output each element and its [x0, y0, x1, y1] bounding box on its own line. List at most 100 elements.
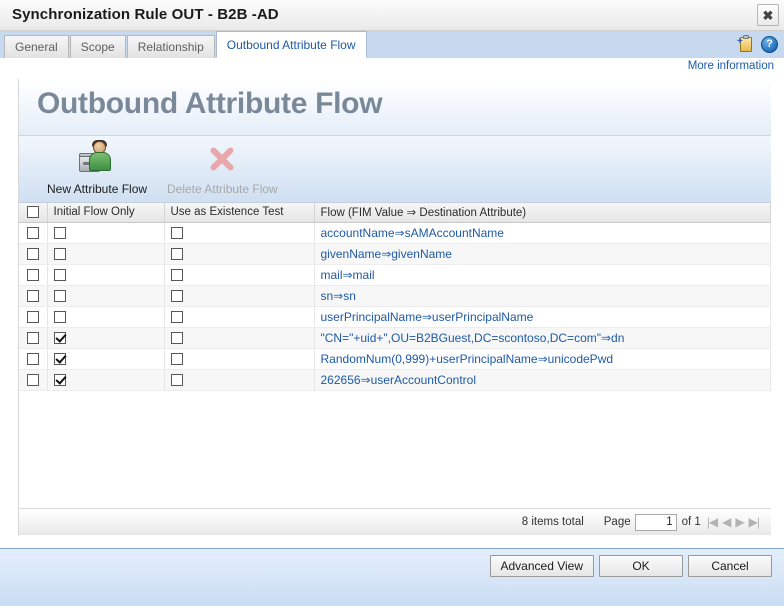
row-select-checkbox-cell[interactable]: [19, 327, 48, 349]
row-select-checkbox[interactable]: [26, 290, 39, 303]
use-as-existence-test-checkbox[interactable]: [170, 353, 183, 366]
attribute-flow-table: Initial Flow Only Use as Existence Test …: [19, 203, 771, 391]
initial-flow-only-checkbox[interactable]: [53, 374, 66, 387]
row-select-checkbox-cell[interactable]: [19, 285, 48, 307]
flow-expression-cell[interactable]: mail⇒mail: [314, 264, 771, 286]
row-select-checkbox[interactable]: [26, 248, 39, 261]
table-row[interactable]: "CN="+uid+",OU=B2BGuest,DC=scontoso,DC=c…: [19, 327, 771, 349]
table-row[interactable]: userPrincipalName⇒userPrincipalName: [19, 306, 771, 328]
row-select-checkbox-cell[interactable]: [19, 264, 48, 286]
initial-flow-only-checkbox[interactable]: [53, 227, 66, 240]
flow-expression-cell[interactable]: 262656⇒userAccountControl: [314, 369, 771, 391]
flow-expression-cell[interactable]: RandomNum(0,999)+userPrincipalName⇒unico…: [314, 348, 771, 370]
last-page-icon[interactable]: ▶|: [749, 516, 760, 528]
table-row[interactable]: mail⇒mail: [19, 264, 771, 286]
use-as-existence-test-checkbox[interactable]: [170, 248, 183, 261]
initial-flow-only-checkbox[interactable]: [53, 332, 66, 345]
use-as-existence-test-checkbox[interactable]: [170, 311, 183, 324]
row-select-checkbox[interactable]: [26, 353, 39, 366]
new-attribute-flow-label: New Attribute Flow: [47, 182, 148, 196]
initial-flow-only-checkbox-cell[interactable]: [47, 369, 165, 391]
use-as-existence-test-checkbox[interactable]: [170, 332, 183, 345]
add-clipboard-icon[interactable]: +: [737, 35, 754, 53]
use-as-existence-test-checkbox-cell[interactable]: [164, 285, 315, 307]
row-select-checkbox-cell[interactable]: [19, 369, 48, 391]
title-bar: Synchronization Rule OUT - B2B -AD ✖: [0, 0, 784, 31]
use-as-existence-test-checkbox[interactable]: [170, 269, 183, 282]
use-as-existence-test-checkbox-cell[interactable]: [164, 306, 315, 328]
previous-page-icon[interactable]: ◀: [722, 516, 731, 528]
flow-expression-text: 262656⇒userAccountControl: [320, 372, 476, 387]
use-as-existence-test-checkbox[interactable]: [170, 290, 183, 303]
new-attribute-flow-button[interactable]: New Attribute Flow: [47, 140, 147, 196]
initial-flow-only-checkbox[interactable]: [53, 269, 66, 282]
row-select-checkbox-cell[interactable]: [19, 243, 48, 265]
initial-flow-only-checkbox-cell[interactable]: [47, 327, 165, 349]
initial-flow-only-checkbox[interactable]: [53, 248, 66, 261]
page-banner: Outbound Attribute Flow: [19, 79, 771, 136]
row-select-checkbox[interactable]: [26, 332, 39, 345]
initial-flow-only-checkbox[interactable]: [53, 353, 66, 366]
use-as-existence-test-checkbox[interactable]: [170, 374, 183, 387]
use-as-existence-test-checkbox-cell[interactable]: [164, 327, 315, 349]
flow-expression-cell[interactable]: "CN="+uid+",OU=B2BGuest,DC=scontoso,DC=c…: [314, 327, 771, 349]
page-of-label: of 1: [681, 516, 701, 528]
more-information-link[interactable]: More information: [688, 60, 774, 72]
table-row[interactable]: RandomNum(0,999)+userPrincipalName⇒unico…: [19, 348, 771, 370]
table-header-row: Initial Flow Only Use as Existence Test …: [19, 203, 771, 223]
cancel-button[interactable]: Cancel: [688, 555, 772, 577]
table-row[interactable]: accountName⇒sAMAccountName: [19, 222, 771, 244]
initial-flow-only-checkbox[interactable]: [53, 290, 66, 303]
row-select-checkbox-cell[interactable]: [19, 348, 48, 370]
flow-expression-text: "CN="+uid+",OU=B2BGuest,DC=scontoso,DC=c…: [320, 330, 625, 345]
row-select-checkbox[interactable]: [26, 269, 39, 282]
items-total-label: 8 items total: [521, 516, 584, 528]
flow-expression-cell[interactable]: userPrincipalName⇒userPrincipalName: [314, 306, 771, 328]
flow-expression-cell[interactable]: accountName⇒sAMAccountName: [314, 222, 771, 244]
select-all-checkbox[interactable]: [26, 206, 39, 219]
row-select-checkbox[interactable]: [26, 227, 39, 240]
initial-flow-only-checkbox-cell[interactable]: [47, 243, 165, 265]
synchronization-rule-dialog: Synchronization Rule OUT - B2B -AD ✖ Gen…: [0, 0, 784, 606]
tab-outbound-attribute-flow[interactable]: Outbound Attribute Flow: [215, 31, 367, 58]
use-as-existence-test-checkbox-cell[interactable]: [164, 264, 315, 286]
initial-flow-only-checkbox-cell[interactable]: [47, 222, 165, 244]
table-row[interactable]: sn⇒sn: [19, 285, 771, 307]
close-icon[interactable]: ✖: [757, 4, 779, 26]
use-as-existence-test-checkbox-cell[interactable]: [164, 348, 315, 370]
flow-expression-cell[interactable]: sn⇒sn: [314, 285, 771, 307]
tab-scope[interactable]: Scope: [69, 35, 126, 58]
use-as-existence-test-checkbox-cell[interactable]: [164, 243, 315, 265]
use-as-existence-test-checkbox[interactable]: [170, 227, 183, 240]
ok-button[interactable]: OK: [599, 555, 683, 577]
table-row[interactable]: 262656⇒userAccountControl: [19, 369, 771, 391]
first-page-icon[interactable]: |◀: [707, 516, 718, 528]
page-number-input[interactable]: [634, 513, 677, 531]
row-select-checkbox-cell[interactable]: [19, 222, 48, 244]
initial-flow-only-checkbox-cell[interactable]: [47, 306, 165, 328]
advanced-view-button[interactable]: Advanced View: [489, 555, 594, 577]
page-label: Page: [603, 516, 631, 528]
tab-general[interactable]: General: [4, 35, 69, 58]
row-select-checkbox-cell[interactable]: [19, 306, 48, 328]
column-header-flow[interactable]: Flow (FIM Value ⇒ Destination Attribute): [314, 203, 771, 223]
column-header-initial-flow-only[interactable]: Initial Flow Only: [47, 203, 165, 223]
person-body: [89, 152, 112, 171]
tab-list: General Scope Relationship Outbound Attr…: [4, 31, 367, 58]
column-header-use-as-existence-test[interactable]: Use as Existence Test: [164, 203, 315, 223]
row-select-checkbox[interactable]: [26, 374, 39, 387]
initial-flow-only-checkbox-cell[interactable]: [47, 264, 165, 286]
initial-flow-only-checkbox[interactable]: [53, 311, 66, 324]
help-icon[interactable]: ?: [761, 35, 778, 53]
use-as-existence-test-checkbox-cell[interactable]: [164, 222, 315, 244]
table-row[interactable]: givenName⇒givenName: [19, 243, 771, 265]
toolbar: New Attribute Flow Delete Attribute Flow: [19, 136, 771, 203]
row-select-checkbox[interactable]: [26, 311, 39, 324]
initial-flow-only-checkbox-cell[interactable]: [47, 348, 165, 370]
initial-flow-only-checkbox-cell[interactable]: [47, 285, 165, 307]
next-page-icon[interactable]: ▶: [735, 516, 744, 528]
flow-expression-cell[interactable]: givenName⇒givenName: [314, 243, 771, 265]
pager: 8 items total Page of 1 |◀ ◀ ▶ ▶|: [19, 508, 771, 535]
tab-relationship[interactable]: Relationship: [126, 35, 215, 58]
use-as-existence-test-checkbox-cell[interactable]: [164, 369, 315, 391]
